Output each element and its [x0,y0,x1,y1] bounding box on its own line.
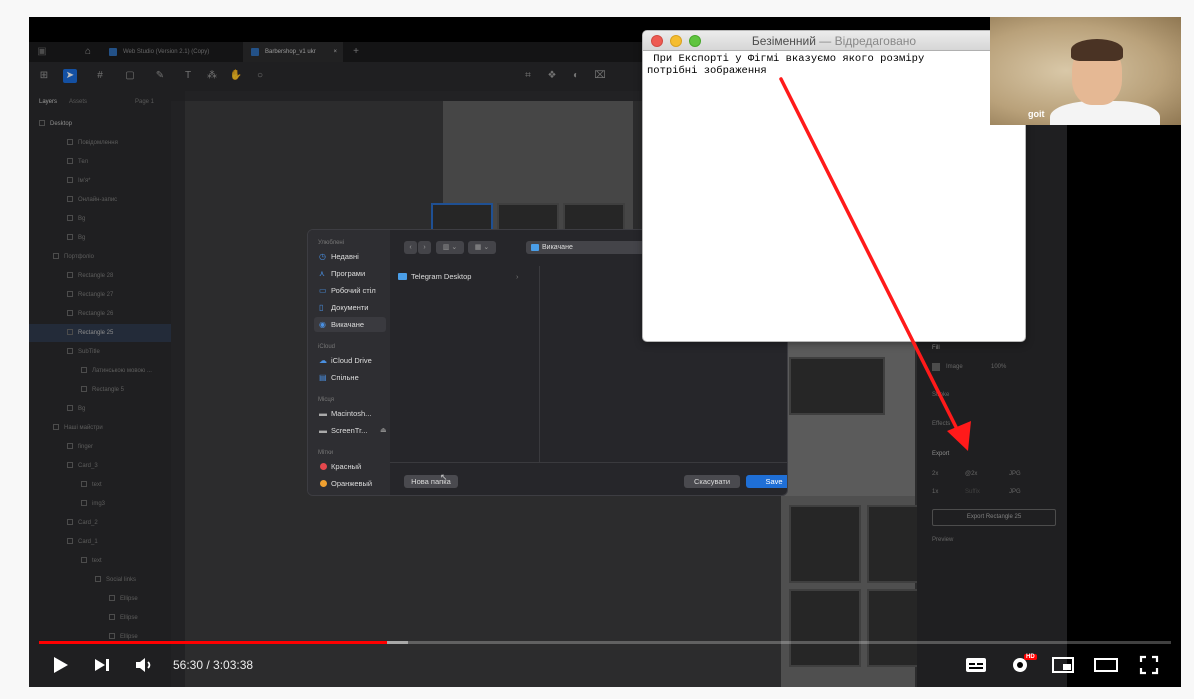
hd-badge: HD [1024,654,1037,660]
subtitles-icon[interactable] [965,655,987,677]
next-icon[interactable] [93,655,111,677]
fullscreen-icon[interactable] [1139,655,1159,677]
theater-mode-icon[interactable] [1094,655,1118,677]
time-total: 3:03:38 [213,658,254,672]
time-current: 56:30 [173,658,204,672]
annotation-arrow-icon [779,77,971,451]
time-display: 56:30 / 3:03:38 [173,658,254,672]
progress-played [39,641,388,644]
play-icon[interactable] [51,655,69,677]
miniplayer-icon[interactable] [1052,655,1074,677]
volume-icon[interactable] [134,655,154,677]
video-player[interactable]: ▣ ⌂ Web Studio (Version 2.1) (Copy) Barb… [29,17,1181,687]
